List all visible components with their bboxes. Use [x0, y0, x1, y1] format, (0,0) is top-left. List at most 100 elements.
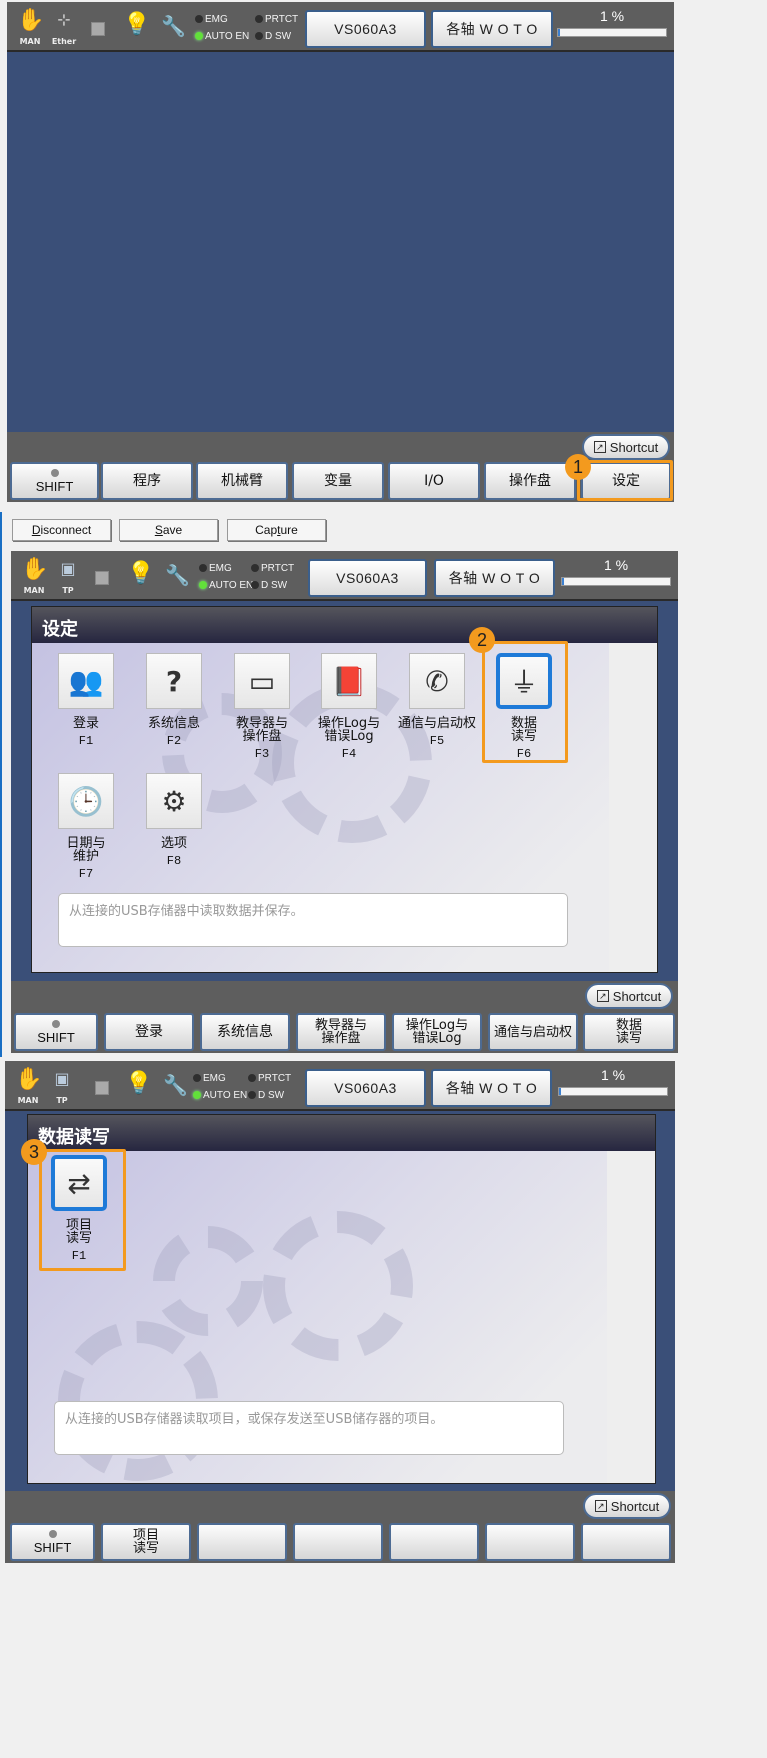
step-1-highlight: [577, 460, 673, 501]
log-book-icon: 📕: [321, 653, 377, 709]
save-button[interactable]: Save: [119, 519, 218, 541]
axis-mode-button[interactable]: 各轴 W O T O: [434, 559, 555, 597]
tile-date-maintenance[interactable]: 🕒 日期与 维护 F7: [41, 773, 131, 881]
shortcut-button[interactable]: ↗ Shortcut: [585, 983, 673, 1009]
fkey-program[interactable]: 程序: [101, 462, 193, 500]
fkey-arm[interactable]: 机械臂: [196, 462, 288, 500]
gear-watermark: [263, 1211, 413, 1361]
fkey-shift[interactable]: SHIFT: [10, 462, 99, 500]
description-box: 从连接的USB存储器读取项目，或保存发送至USB储存器的项目。: [54, 1401, 564, 1455]
fkey-communication[interactable]: 通信与启动权: [488, 1013, 578, 1051]
fkey-operation-panel[interactable]: 操作盘: [484, 462, 576, 500]
fkey-project-read-write[interactable]: 项目 读写: [101, 1523, 191, 1561]
robot-model-button[interactable]: VS060A3: [305, 10, 426, 48]
dsw-indicator: D SW: [251, 580, 287, 591]
stop-square-icon: [95, 1081, 109, 1095]
gears-icon: ⚙: [146, 773, 202, 829]
fkey-data-read-write[interactable]: 数据 读写: [583, 1013, 675, 1051]
robot-model-button[interactable]: VS060A3: [308, 559, 427, 597]
fkey-io[interactable]: I/O: [388, 462, 480, 500]
capture-button[interactable]: Cap t ure: [227, 519, 326, 541]
disconnect-button[interactable]: Disconnect: [12, 519, 111, 541]
axis-mode-button[interactable]: 各轴 W O T O: [431, 1069, 552, 1107]
fkey-teach-pendant[interactable]: 教导器与 操作盘: [296, 1013, 386, 1051]
shortcut-button[interactable]: ↗ Shortcut: [583, 1493, 671, 1519]
fkey-empty-6[interactable]: [485, 1523, 575, 1561]
status-bar: ✋ MAN ▣ TP 💡 🔧 EMG PRTCT AUTO EN D SW VS06…: [11, 551, 678, 601]
tile-teach-pendant[interactable]: ▭ 教导器与 操作盘 F3: [217, 653, 307, 761]
robot-question-icon: ?: [146, 653, 202, 709]
dsw-indicator: D SW: [248, 1090, 284, 1101]
manual-mode-icon: ✋ MAN: [17, 8, 45, 46]
status-bar: ✋ MAN ▣ TP 💡 🔧 EMG PRTCT AUTO EN D SW VS06…: [5, 1061, 675, 1111]
gear-watermark: [153, 1226, 263, 1336]
fkey-empty-4[interactable]: [293, 1523, 383, 1561]
function-bar: ↗ Shortcut SHIFT 项目 读写: [5, 1491, 675, 1563]
tile-options[interactable]: ⚙ 选项 F8: [129, 773, 219, 868]
auto-en-indicator: AUTO EN: [193, 1090, 247, 1101]
emg-indicator: EMG: [193, 1073, 226, 1084]
shortcut-icon: ↗: [594, 1500, 607, 1512]
tile-communication[interactable]: ✆ 通信与启动权 F5: [392, 653, 482, 748]
wrench-warning-icon: 🔧: [163, 1073, 188, 1097]
window-title: 设定: [32, 607, 657, 643]
stop-square-icon: [95, 571, 109, 585]
fkey-empty-3[interactable]: [197, 1523, 287, 1561]
shift-led-icon: [50, 468, 59, 477]
main-content-area: [7, 52, 674, 432]
auto-en-indicator: AUTO EN: [199, 580, 253, 591]
prtct-indicator: PRTCT: [251, 563, 294, 574]
lightbulb-icon: 💡: [123, 12, 151, 37]
fkey-empty-5[interactable]: [389, 1523, 479, 1561]
status-bar: ✋ MAN ⊹ Ether 💡 🔧 EMG PRTCT AUTO EN D SW V…: [7, 2, 674, 52]
user-login-icon: 👥: [58, 653, 114, 709]
tile-system-info[interactable]: ? 系统信息 F2: [129, 653, 219, 748]
fkey-logs[interactable]: 操作Log与 错误Log: [392, 1013, 482, 1051]
teach-pendant-status-icon: ▣ TP: [54, 1069, 70, 1105]
phone-icon: ✆: [409, 653, 465, 709]
tile-login[interactable]: 👥 登录 F1: [41, 653, 131, 748]
fkey-shift[interactable]: SHIFT: [14, 1013, 98, 1051]
window-title: 数据读写: [28, 1115, 655, 1151]
dsw-indicator: D SW: [255, 31, 291, 42]
emg-indicator: EMG: [195, 14, 228, 25]
shortcut-button[interactable]: ↗ Shortcut: [582, 434, 670, 460]
robot-model-button[interactable]: VS060A3: [305, 1069, 426, 1107]
emg-indicator: EMG: [199, 563, 232, 574]
axis-mode-button[interactable]: 各轴 W O T O: [431, 10, 553, 48]
window-frame-edge: [0, 512, 2, 1057]
auto-en-indicator: AUTO EN: [195, 31, 249, 42]
speed-indicator: 1 %: [557, 8, 667, 48]
speed-fill: [558, 29, 560, 36]
description-box: 从连接的USB存储器中读取数据并保存。: [58, 893, 568, 947]
fkey-shift[interactable]: SHIFT: [10, 1523, 95, 1561]
step-1-badge: 1: [565, 454, 591, 480]
manual-mode-icon: ✋ MAN: [15, 1067, 43, 1105]
window-side-panel: [609, 643, 657, 972]
step-2-highlight: [482, 641, 568, 763]
shift-led-icon: [48, 1529, 57, 1538]
main-content-area: 设定 👥 登录 F1 ? 系统信息 F2 ▭ 教导器与 操作盘 F3 📕 操作Log与 错误L…: [11, 601, 678, 981]
shift-led-icon: [52, 1019, 60, 1028]
shortcut-icon: ↗: [593, 441, 606, 453]
shortcut-icon: ↗: [596, 990, 609, 1002]
lightbulb-icon: 💡: [127, 561, 155, 586]
step-3-badge: 3: [21, 1139, 47, 1165]
lightbulb-icon: 💡: [125, 1071, 153, 1096]
speed-fill: [559, 1088, 561, 1095]
pendant-screen-settings: ✋ MAN ▣ TP 💡 🔧 EMG PRTCT AUTO EN D SW VS06…: [11, 551, 678, 1053]
step-3-highlight: [39, 1149, 126, 1271]
wrench-warning-icon: 🔧: [165, 563, 190, 587]
wrench-warning-icon: 🔧: [161, 14, 186, 38]
fkey-system-info[interactable]: 系统信息: [200, 1013, 290, 1051]
pendant-screen-data-rw: ✋ MAN ▣ TP 💡 🔧 EMG PRTCT AUTO EN D SW VS06…: [5, 1061, 675, 1563]
stop-square-icon: [91, 22, 105, 36]
teach-pendant-icon: ▭: [234, 653, 290, 709]
manual-mode-icon: ✋ MAN: [21, 557, 49, 595]
fkey-empty-7[interactable]: [581, 1523, 671, 1561]
tile-logs[interactable]: 📕 操作Log与 错误Log F4: [304, 653, 394, 761]
fkey-variable[interactable]: 变量: [292, 462, 384, 500]
speed-fill: [562, 578, 564, 585]
window-side-panel: [607, 1151, 655, 1483]
fkey-login[interactable]: 登录: [104, 1013, 194, 1051]
